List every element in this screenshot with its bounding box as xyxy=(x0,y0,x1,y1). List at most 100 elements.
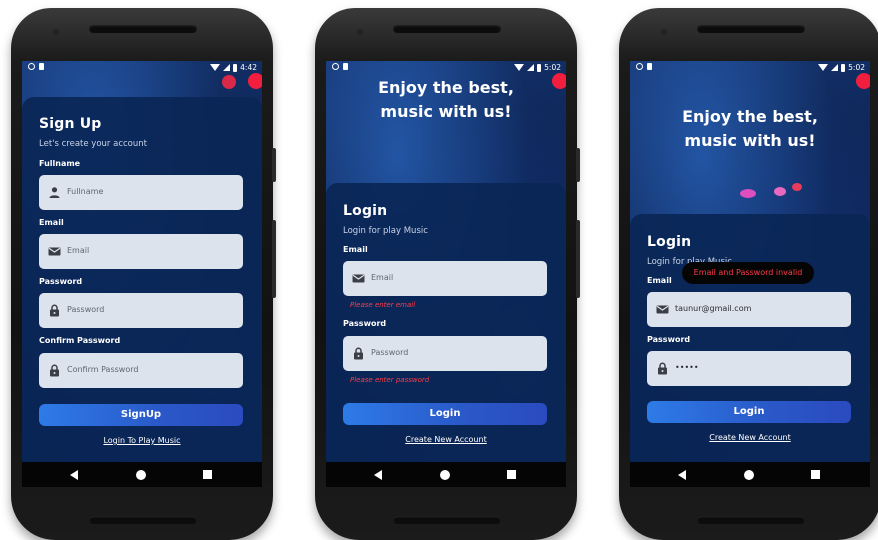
password-placeholder: Password xyxy=(371,348,409,357)
email-field[interactable]: taunur@gmail.com xyxy=(647,292,851,327)
back-icon[interactable] xyxy=(70,470,78,480)
email-label: Email xyxy=(39,218,64,227)
lock-icon xyxy=(50,364,59,377)
status-time: 5:02 xyxy=(544,63,561,72)
light-flare xyxy=(792,183,802,191)
navigation-bar xyxy=(326,462,566,487)
recent-apps-icon[interactable] xyxy=(507,470,516,479)
notification-icon xyxy=(636,63,643,70)
signup-button[interactable]: SignUp xyxy=(39,404,243,426)
email-field[interactable]: Email xyxy=(39,234,243,269)
lock-icon xyxy=(354,347,363,360)
signal-icon xyxy=(527,64,535,71)
home-icon[interactable] xyxy=(744,470,754,480)
email-label: Email xyxy=(647,276,672,285)
phone-login-invalid: 5:02 Enjoy the best, music with us! Logi… xyxy=(619,8,878,540)
password-error: Please enter password xyxy=(350,376,430,384)
status-bar: 5:02 xyxy=(630,61,870,75)
login-button[interactable]: Login xyxy=(647,401,851,423)
sd-card-icon xyxy=(343,63,348,70)
status-bar: 4:42 xyxy=(22,61,262,75)
light-flare xyxy=(248,73,262,89)
email-field[interactable]: Email xyxy=(343,261,547,296)
error-toast: Email and Password invalid xyxy=(682,262,814,284)
power-button xyxy=(272,148,276,182)
screen: 4:42 Sign Up Let's create your account F… xyxy=(22,61,262,487)
earpiece-speaker xyxy=(393,25,501,33)
wifi-icon xyxy=(818,64,829,71)
hero-heading: Enjoy the best, music with us! xyxy=(630,105,870,153)
navigation-bar xyxy=(22,462,262,487)
login-link-text[interactable]: Login To Play Music xyxy=(103,436,180,445)
password-field[interactable]: Password xyxy=(343,336,547,371)
notification-icon xyxy=(28,63,35,70)
mail-icon xyxy=(48,247,61,256)
recent-apps-icon[interactable] xyxy=(203,470,212,479)
confirm-password-label: Confirm Password xyxy=(39,336,121,345)
back-icon[interactable] xyxy=(678,470,686,480)
confirm-password-field[interactable]: Confirm Password xyxy=(39,353,243,388)
front-camera xyxy=(661,29,667,35)
email-placeholder: Email xyxy=(371,273,394,282)
create-account-link-text[interactable]: Create New Account xyxy=(405,435,486,444)
create-account-link[interactable]: Create New Account xyxy=(630,433,870,442)
volume-rocker xyxy=(576,220,580,298)
signal-icon xyxy=(831,64,839,71)
recent-apps-icon[interactable] xyxy=(811,470,820,479)
hero-line-1: Enjoy the best, xyxy=(682,107,818,126)
battery-icon xyxy=(233,63,238,72)
power-button xyxy=(576,148,580,182)
login-card: Login Login for play Music Email taunur@… xyxy=(630,214,870,487)
fullname-field[interactable]: Fullname xyxy=(39,175,243,210)
home-icon[interactable] xyxy=(136,470,146,480)
login-link[interactable]: Login To Play Music xyxy=(22,436,262,445)
email-label: Email xyxy=(343,245,368,254)
hero-line-2: music with us! xyxy=(380,102,512,121)
phone-signup: 4:42 Sign Up Let's create your account F… xyxy=(11,8,276,540)
signup-card: Sign Up Let's create your account Fullna… xyxy=(22,97,262,487)
bottom-speaker xyxy=(697,516,805,524)
home-icon[interactable] xyxy=(440,470,450,480)
sd-card-icon xyxy=(39,63,44,70)
password-label: Password xyxy=(39,277,83,286)
light-flare xyxy=(774,187,786,196)
back-icon[interactable] xyxy=(374,470,382,480)
earpiece-speaker xyxy=(697,25,805,33)
login-button[interactable]: Login xyxy=(343,403,547,425)
password-label: Password xyxy=(343,319,387,328)
lock-icon xyxy=(658,362,667,375)
create-account-link-text[interactable]: Create New Account xyxy=(709,433,790,442)
light-flare xyxy=(222,75,236,89)
phone-login-errors: 5:02 Enjoy the best, music with us! Logi… xyxy=(315,8,580,540)
fullname-label: Fullname xyxy=(39,159,81,168)
page-subtitle: Login for play Music xyxy=(343,226,428,236)
fullname-placeholder: Fullname xyxy=(67,187,104,196)
earpiece-speaker xyxy=(89,25,197,33)
create-account-link[interactable]: Create New Account xyxy=(326,435,566,444)
navigation-bar xyxy=(630,462,870,487)
status-bar: 5:02 xyxy=(326,61,566,75)
email-value: taunur@gmail.com xyxy=(675,304,752,313)
hero-heading: Enjoy the best, music with us! xyxy=(326,76,566,124)
password-field[interactable]: ••••• xyxy=(647,351,851,386)
hero-line-1: Enjoy the best, xyxy=(378,78,514,97)
mail-icon xyxy=(656,305,669,314)
person-icon xyxy=(49,187,60,198)
screen: 5:02 Enjoy the best, music with us! Logi… xyxy=(630,61,870,487)
volume-rocker xyxy=(272,220,276,298)
light-flare xyxy=(856,73,870,89)
signal-icon xyxy=(223,64,231,71)
light-flare xyxy=(740,189,756,198)
confirm-password-placeholder: Confirm Password xyxy=(67,365,139,374)
hero-line-2: music with us! xyxy=(684,131,816,150)
page-title: Login xyxy=(647,234,692,250)
password-label: Password xyxy=(647,335,691,344)
wifi-icon xyxy=(210,64,221,71)
password-value: ••••• xyxy=(675,363,699,372)
front-camera xyxy=(357,29,363,35)
battery-icon xyxy=(537,63,542,72)
password-field[interactable]: Password xyxy=(39,293,243,328)
screen: 5:02 Enjoy the best, music with us! Logi… xyxy=(326,61,566,487)
status-time: 4:42 xyxy=(240,63,257,72)
status-time: 5:02 xyxy=(848,63,865,72)
